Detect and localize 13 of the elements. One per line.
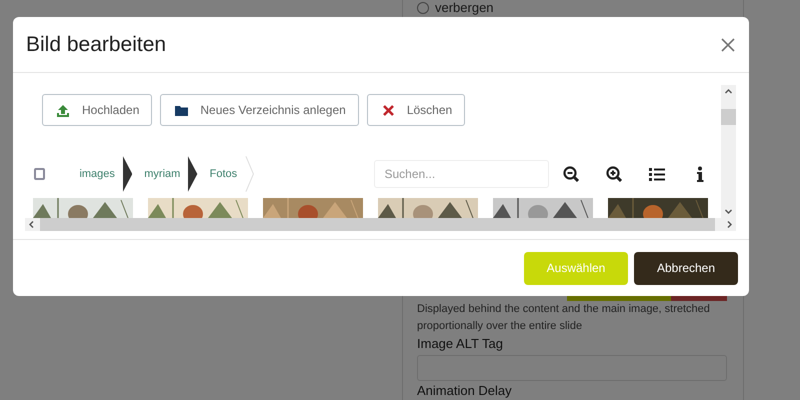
toolbar-button[interactable]: Hochladen [42, 94, 152, 126]
breadcrumb-link[interactable]: images [67, 166, 123, 182]
cancel-button[interactable]: Abbrechen [634, 252, 738, 284]
field-label: Image ALT Tag [417, 336, 504, 352]
radio-label: verbergen [435, 1, 494, 15]
toolbar-button[interactable]: Löschen [366, 94, 466, 126]
breadcrumb-link[interactable]: myriam [132, 166, 188, 182]
breadcrumb-link[interactable]: Fotos [198, 166, 246, 182]
search-field[interactable]: Suchen... [374, 160, 550, 188]
dialog-title: Bild bearbeiten [26, 32, 166, 58]
toolbar-button[interactable]: Neues Verzeichnis anlegen [160, 94, 359, 126]
field-label: Animation Delay [417, 383, 513, 399]
help-text: Displayed behind the content and the main image, stretched proportionally over the entire slide [417, 302, 711, 334]
